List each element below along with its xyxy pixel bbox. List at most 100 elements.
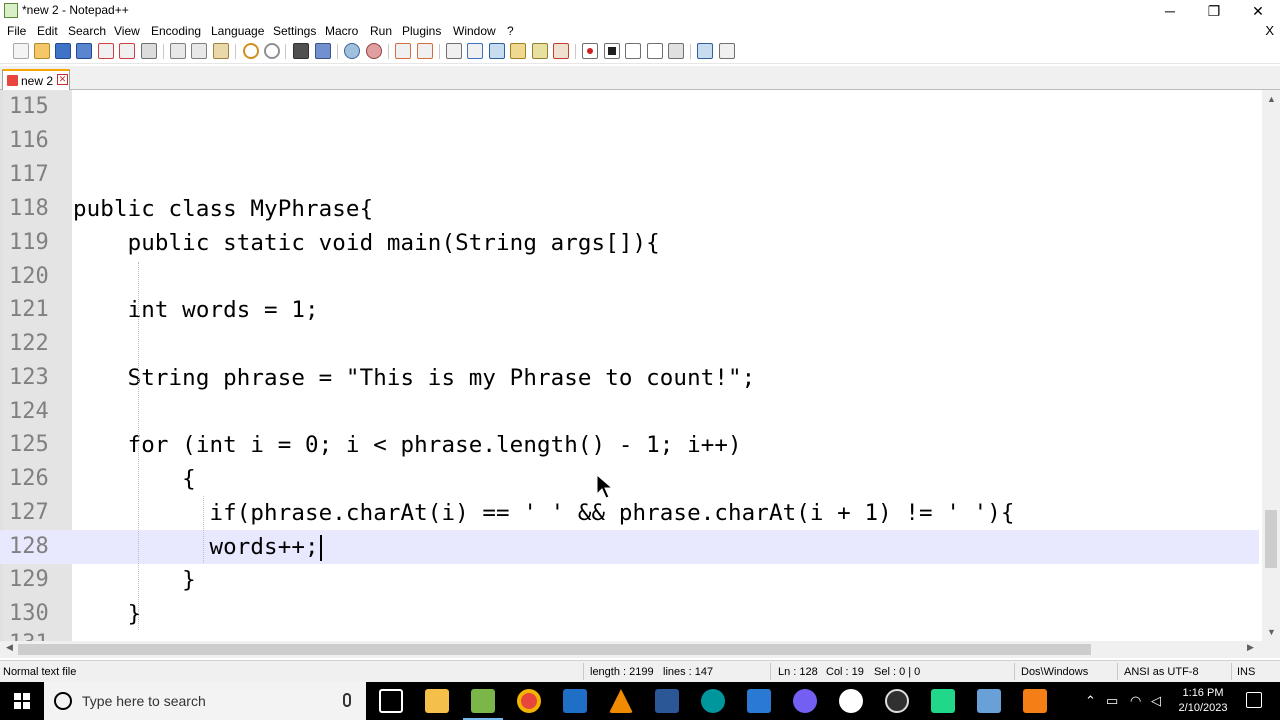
menu-settings[interactable]: Settings	[273, 24, 316, 38]
open-file-icon[interactable]	[34, 43, 50, 59]
menu-run[interactable]: Run	[370, 24, 392, 38]
menu-search[interactable]: Search	[68, 24, 106, 38]
scroll-right-arrow-icon[interactable]: ▶	[1247, 642, 1254, 653]
text-caret	[319, 534, 322, 561]
tab-new-2[interactable]: new 2 ✕	[2, 69, 70, 90]
status-encoding[interactable]: ANSI as UTF-8	[1124, 666, 1199, 678]
menu-help[interactable]: ?	[507, 24, 514, 38]
sync-vertical-icon[interactable]	[395, 43, 411, 59]
microsoft-store-icon[interactable]	[563, 689, 587, 713]
arduino-icon[interactable]	[701, 689, 725, 713]
menu-macro[interactable]: Macro	[325, 24, 358, 38]
zoom-in-icon[interactable]	[344, 43, 360, 59]
volume-icon[interactable]: ◁	[1151, 693, 1161, 709]
paste-icon[interactable]	[213, 43, 229, 59]
taskbar-clock[interactable]: 1:16 PM 2/10/2023	[1172, 686, 1234, 716]
editor-line: 126 {	[0, 462, 1259, 496]
viber-icon[interactable]	[793, 689, 817, 713]
undo-icon[interactable]	[243, 43, 259, 59]
cut-icon[interactable]	[170, 43, 186, 59]
indent-guide-icon[interactable]	[489, 43, 505, 59]
zoom-out-icon[interactable]	[366, 43, 382, 59]
sublime-text-icon[interactable]	[1023, 689, 1047, 713]
horizontal-scrollbar[interactable]: ◀ ▶	[0, 641, 1262, 658]
code-line: {	[73, 466, 196, 492]
find-icon[interactable]	[293, 43, 309, 59]
document-map-icon[interactable]	[532, 43, 548, 59]
copy-icon[interactable]	[191, 43, 207, 59]
menu-file[interactable]: File	[7, 24, 26, 38]
code-line: String phrase = "This is my Phrase to co…	[73, 365, 756, 391]
word-wrap-icon[interactable]	[446, 43, 462, 59]
menu-view[interactable]: View	[114, 24, 140, 38]
replace-icon[interactable]	[315, 43, 331, 59]
sync-horizontal-icon[interactable]	[417, 43, 433, 59]
vs-code-icon[interactable]	[747, 689, 771, 713]
title-bar: *new 2 - Notepad++ ─ ❐ ✕	[0, 0, 1280, 22]
vertical-scroll-thumb[interactable]	[1265, 510, 1277, 568]
editor-line: 115	[0, 90, 1259, 124]
microphone-icon[interactable]	[343, 693, 351, 707]
save-macro-icon[interactable]	[668, 43, 684, 59]
record-macro-icon[interactable]	[582, 43, 598, 59]
stop-macro-icon[interactable]	[604, 43, 620, 59]
user-defined-language-icon[interactable]	[510, 43, 526, 59]
show-all-characters-icon[interactable]	[467, 43, 483, 59]
vertical-scrollbar[interactable]: ▲ ▼	[1262, 90, 1280, 641]
notepad-plus-plus-app-icon	[4, 3, 18, 18]
run-macro-multiple-icon[interactable]	[647, 43, 663, 59]
notepad-plus-plus-icon[interactable]	[463, 689, 503, 720]
editor-line: 122	[0, 327, 1259, 361]
close-document-button[interactable]: X	[1265, 23, 1274, 38]
battery-icon[interactable]: ▭	[1106, 693, 1118, 709]
editor-line: 123 String phrase = "This is my Phrase t…	[0, 361, 1259, 395]
save-all-icon[interactable]	[76, 43, 92, 59]
horizontal-scroll-thumb[interactable]	[18, 644, 1091, 655]
windows-start-icon[interactable]	[14, 693, 30, 709]
word-icon[interactable]	[655, 689, 679, 713]
spell-check-settings-icon[interactable]	[719, 43, 735, 59]
menu-edit[interactable]: Edit	[37, 24, 58, 38]
line-number: 121	[9, 297, 49, 322]
taskbar-search-box[interactable]: Type here to search	[44, 682, 366, 720]
status-bar: Normal text file length : 2199 lines : 1…	[0, 660, 1280, 682]
scroll-down-arrow-icon[interactable]: ▼	[1267, 627, 1276, 637]
close-all-icon[interactable]	[119, 43, 135, 59]
close-button[interactable]: ✕	[1236, 0, 1280, 22]
function-list-icon[interactable]	[553, 43, 569, 59]
close-file-icon[interactable]	[98, 43, 114, 59]
toolbar-separator	[285, 44, 286, 59]
restore-button[interactable]: ❐	[1192, 0, 1236, 22]
code-text: words++;	[73, 534, 319, 560]
save-icon[interactable]	[55, 43, 71, 59]
status-separator	[1231, 663, 1232, 680]
scroll-left-arrow-icon[interactable]: ◀	[6, 642, 13, 653]
tab-close-icon[interactable]: ✕	[57, 74, 68, 85]
status-file-type: Normal text file	[3, 666, 77, 678]
file-explorer-icon[interactable]	[425, 689, 449, 713]
minimize-button[interactable]: ─	[1148, 0, 1192, 22]
menu-language[interactable]: Language	[211, 24, 264, 38]
virtualbox-icon[interactable]	[977, 689, 1001, 713]
menu-plugins[interactable]: Plugins	[402, 24, 441, 38]
task-view-icon[interactable]	[379, 689, 403, 713]
menu-encoding[interactable]: Encoding	[151, 24, 201, 38]
menu-window[interactable]: Window	[453, 24, 496, 38]
play-macro-icon[interactable]	[625, 43, 641, 59]
mongodb-icon[interactable]	[839, 689, 863, 713]
spell-check-icon[interactable]	[697, 43, 713, 59]
notifications-icon[interactable]	[1246, 692, 1262, 708]
chrome-icon[interactable]	[517, 689, 541, 713]
vlc-icon[interactable]	[609, 689, 633, 713]
redo-icon[interactable]	[264, 43, 280, 59]
obs-icon[interactable]	[885, 689, 909, 713]
new-file-icon[interactable]	[13, 43, 29, 59]
pycharm-icon[interactable]	[931, 689, 955, 713]
tray-overflow-icon[interactable]: ⌃	[1085, 693, 1096, 709]
line-number: 124	[9, 399, 49, 424]
code-line: for (int i = 0; i < phrase.length() - 1;…	[73, 432, 742, 458]
status-eol-format[interactable]: Dos\Windows	[1021, 666, 1088, 678]
wifi-icon[interactable]: ◠	[1130, 693, 1141, 709]
scroll-up-arrow-icon[interactable]: ▲	[1267, 94, 1276, 104]
print-icon[interactable]	[141, 43, 157, 59]
